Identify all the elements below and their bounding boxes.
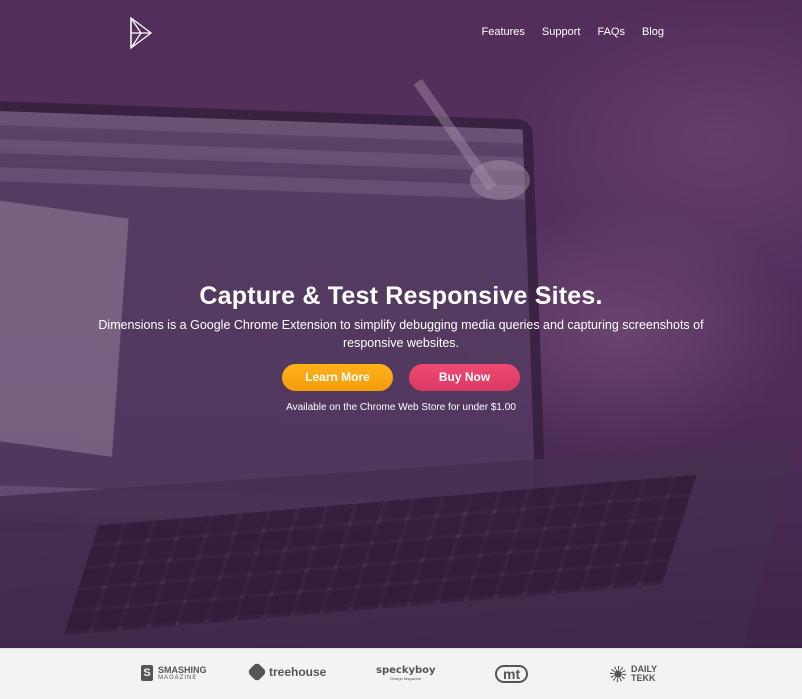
dimensions-logo[interactable] bbox=[128, 16, 154, 50]
hero-subtitle: Dimensions is a Google Chrome Extension … bbox=[98, 318, 704, 350]
nav-features[interactable]: Features bbox=[482, 26, 525, 38]
smashing-magazine-logo[interactable]: S SMASHING MAGAZINE bbox=[141, 665, 207, 681]
mt-logo[interactable]: mt bbox=[495, 665, 529, 683]
hero-headline: Capture & Test Responsive Sites. bbox=[199, 282, 603, 310]
partner-logos-strip: S SMASHING MAGAZINE treehouse speckyboy … bbox=[0, 648, 802, 699]
nav-blog[interactable]: Blog bbox=[642, 26, 664, 38]
treehouse-logo[interactable]: treehouse bbox=[247, 662, 326, 682]
treehouse-icon bbox=[247, 662, 267, 682]
sunburst-icon bbox=[610, 666, 626, 682]
speckyboy-logo[interactable]: speckyboy Design Magazine bbox=[376, 665, 436, 681]
availability-note: Available on the Chrome Web Store for un… bbox=[286, 402, 516, 413]
buy-now-button[interactable]: Buy Now bbox=[409, 364, 520, 391]
learn-more-button[interactable]: Learn More bbox=[282, 364, 393, 391]
nav-support[interactable]: Support bbox=[542, 26, 581, 38]
nav-faqs[interactable]: FAQs bbox=[597, 26, 625, 38]
dailytekk-logo[interactable]: DAILY TEKK bbox=[610, 665, 657, 683]
main-nav: Features Support FAQs Blog bbox=[482, 26, 665, 38]
